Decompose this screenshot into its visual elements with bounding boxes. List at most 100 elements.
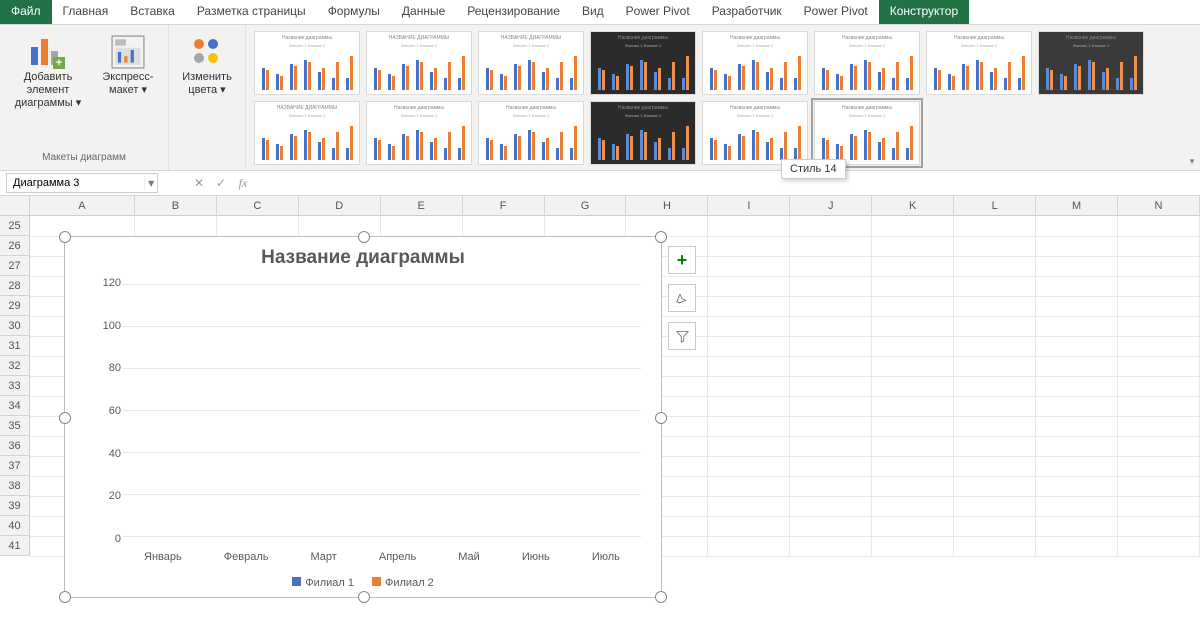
cell-H25[interactable] (626, 216, 708, 237)
cell-L28[interactable] (954, 276, 1036, 297)
row-header-36[interactable]: 36 (0, 436, 30, 456)
resize-handle[interactable] (358, 591, 370, 603)
cell-K38[interactable] (872, 476, 954, 497)
cell-J32[interactable] (790, 356, 872, 377)
cell-K36[interactable] (872, 436, 954, 457)
cell-N32[interactable] (1118, 356, 1200, 377)
cell-N29[interactable] (1118, 296, 1200, 317)
cell-K25[interactable] (872, 216, 954, 237)
tab-главная[interactable]: Главная (52, 0, 120, 24)
cell-K33[interactable] (872, 376, 954, 397)
cell-L36[interactable] (954, 436, 1036, 457)
row-header-25[interactable]: 25 (0, 216, 30, 236)
cell-N30[interactable] (1118, 316, 1200, 337)
cell-G25[interactable] (545, 216, 627, 237)
cell-I33[interactable] (708, 376, 790, 397)
cell-J29[interactable] (790, 296, 872, 317)
formula-bar-input[interactable] (254, 171, 1200, 195)
cell-J39[interactable] (790, 496, 872, 517)
resize-handle[interactable] (59, 412, 71, 424)
cell-I27[interactable] (708, 256, 790, 277)
cell-L33[interactable] (954, 376, 1036, 397)
col-header-N[interactable]: N (1118, 196, 1200, 216)
tab-вставка[interactable]: Вставка (119, 0, 186, 24)
col-header-D[interactable]: D (299, 196, 381, 216)
cell-J28[interactable] (790, 276, 872, 297)
formula-cancel-icon[interactable] (188, 176, 210, 190)
cell-I29[interactable] (708, 296, 790, 317)
select-all-corner[interactable] (0, 196, 30, 216)
quick-layout-button[interactable]: Экспресс-макет ▾ (96, 29, 160, 97)
cell-J41[interactable] (790, 536, 872, 557)
cell-I32[interactable] (708, 356, 790, 377)
cell-I28[interactable] (708, 276, 790, 297)
cell-M35[interactable] (1036, 416, 1118, 437)
chart-style-6[interactable]: Название диаграммыФилиал 1 Филиал 2 (814, 31, 920, 95)
resize-handle[interactable] (59, 231, 71, 243)
cell-N38[interactable] (1118, 476, 1200, 497)
cell-I40[interactable] (708, 516, 790, 537)
cell-K39[interactable] (872, 496, 954, 517)
cell-N35[interactable] (1118, 416, 1200, 437)
cell-I35[interactable] (708, 416, 790, 437)
cell-J27[interactable] (790, 256, 872, 277)
cell-K27[interactable] (872, 256, 954, 277)
tab-power-pivot[interactable]: Power Pivot (615, 0, 701, 24)
chart-style-10[interactable]: Название диаграммыФилиал 1 Филиал 2 (366, 101, 472, 165)
chart-title[interactable]: Название диаграммы (65, 247, 661, 269)
cell-M40[interactable] (1036, 516, 1118, 537)
cell-J34[interactable] (790, 396, 872, 417)
cell-M37[interactable] (1036, 456, 1118, 477)
row-header-35[interactable]: 35 (0, 416, 30, 436)
cell-I37[interactable] (708, 456, 790, 477)
resize-handle[interactable] (655, 412, 667, 424)
chart-styles-button[interactable] (668, 284, 696, 312)
chart-style-8[interactable]: Название диаграммыФилиал 1 Филиал 2 (1038, 31, 1144, 95)
cell-I30[interactable] (708, 316, 790, 337)
resize-handle[interactable] (655, 591, 667, 603)
cell-N28[interactable] (1118, 276, 1200, 297)
chart-style-1[interactable]: Название диаграммыФилиал 1 Филиал 2 (254, 31, 360, 95)
cell-L26[interactable] (954, 236, 1036, 257)
tab-разметка-страницы[interactable]: Разметка страницы (186, 0, 317, 24)
cell-I31[interactable] (708, 336, 790, 357)
cell-M32[interactable] (1036, 356, 1118, 377)
chart-style-14[interactable]: Название диаграммыФилиал 1 Филиал 2 (814, 101, 920, 165)
col-header-C[interactable]: C (217, 196, 299, 216)
cell-K34[interactable] (872, 396, 954, 417)
col-header-L[interactable]: L (954, 196, 1036, 216)
name-box-input[interactable] (7, 177, 144, 189)
row-header-41[interactable]: 41 (0, 536, 30, 556)
cell-L29[interactable] (954, 296, 1036, 317)
cell-I26[interactable] (708, 236, 790, 257)
cell-K30[interactable] (872, 316, 954, 337)
tab-вид[interactable]: Вид (571, 0, 615, 24)
cell-N41[interactable] (1118, 536, 1200, 557)
cell-N27[interactable] (1118, 256, 1200, 277)
cell-N39[interactable] (1118, 496, 1200, 517)
cell-K41[interactable] (872, 536, 954, 557)
chart-style-5[interactable]: Название диаграммыФилиал 1 Филиал 2 (702, 31, 808, 95)
tab-формулы[interactable]: Формулы (317, 0, 391, 24)
row-header-39[interactable]: 39 (0, 496, 30, 516)
cell-J40[interactable] (790, 516, 872, 537)
cell-M29[interactable] (1036, 296, 1118, 317)
cell-K32[interactable] (872, 356, 954, 377)
chart-style-12[interactable]: Название диаграммыФилиал 1 Филиал 2 (590, 101, 696, 165)
chart-style-7[interactable]: Название диаграммыФилиал 1 Филиал 2 (926, 31, 1032, 95)
cell-J35[interactable] (790, 416, 872, 437)
cell-K28[interactable] (872, 276, 954, 297)
chart-style-11[interactable]: Название диаграммыФилиал 1 Филиал 2 (478, 101, 584, 165)
cell-L38[interactable] (954, 476, 1036, 497)
cell-I34[interactable] (708, 396, 790, 417)
row-header-28[interactable]: 28 (0, 276, 30, 296)
col-header-A[interactable]: A (30, 196, 135, 216)
cell-E25[interactable] (381, 216, 463, 237)
cell-L31[interactable] (954, 336, 1036, 357)
tab-power-pivot[interactable]: Power Pivot (793, 0, 879, 24)
cell-M30[interactable] (1036, 316, 1118, 337)
cell-N36[interactable] (1118, 436, 1200, 457)
row-header-27[interactable]: 27 (0, 256, 30, 276)
cell-J36[interactable] (790, 436, 872, 457)
cell-N25[interactable] (1118, 216, 1200, 237)
